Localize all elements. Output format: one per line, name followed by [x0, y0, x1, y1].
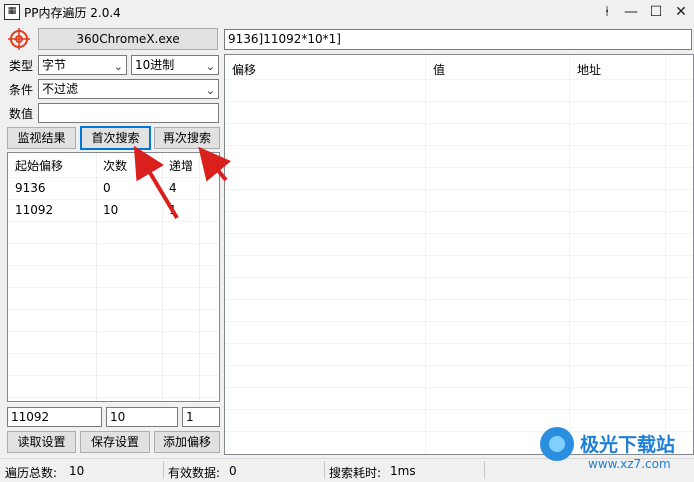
condition-label: 条件	[9, 83, 34, 97]
type-select[interactable]: 字节 ⌄	[38, 55, 127, 75]
cell-increment: 4	[169, 181, 177, 195]
monitor-results-button[interactable]: 监视结果	[7, 127, 76, 149]
cell-count: 10	[103, 203, 119, 217]
search-time-value: 1ms	[390, 464, 416, 478]
valid-data-value: 0	[229, 464, 237, 478]
total-count-label: 遍历总数:	[5, 466, 58, 480]
column-header-offset[interactable]: 偏移	[232, 61, 256, 78]
column-header-address[interactable]: 地址	[577, 61, 601, 78]
close-icon[interactable]: ✕	[670, 2, 692, 22]
valid-data-label: 有效数据:	[168, 466, 221, 480]
app-icon: ▦	[4, 4, 20, 20]
chevron-down-icon: ⌄	[205, 84, 215, 97]
cell-count: 0	[103, 181, 111, 195]
number-label: 数值	[9, 107, 34, 121]
column-divider	[96, 153, 97, 401]
result-list[interactable]: 偏移 值 地址	[224, 54, 694, 455]
radix-select[interactable]: 10进制 ⌄	[131, 55, 219, 75]
chevron-down-icon: ⌄	[205, 60, 215, 73]
save-settings-button[interactable]: 保存设置	[80, 431, 150, 453]
column-divider	[162, 153, 163, 401]
count-input[interactable]: 10	[106, 407, 178, 427]
number-input[interactable]	[38, 103, 219, 123]
column-header-increment[interactable]: 递增	[169, 157, 193, 174]
cell-start-offset: 9136	[15, 181, 46, 195]
read-settings-button[interactable]: 读取设置	[7, 431, 76, 453]
cell-start-offset: 11092	[15, 203, 54, 217]
window-title: PP内存遍历 2.0.4	[24, 6, 121, 20]
total-count-value: 10	[69, 464, 85, 478]
address-input[interactable]: 9136]11092*10*1]	[224, 29, 692, 50]
condition-select-value: 不过滤	[42, 82, 79, 96]
add-offset-button[interactable]: 添加偏移	[154, 431, 220, 453]
type-select-value: 字节	[42, 58, 67, 72]
column-header-start-offset[interactable]: 起始偏移	[15, 157, 63, 174]
maximize-icon[interactable]: ☐	[645, 2, 667, 22]
watermark-text: 极光下载站	[580, 434, 676, 456]
type-label: 类型	[9, 59, 34, 73]
watermark-logo-inner	[549, 436, 565, 452]
offset-input[interactable]: 11092	[7, 407, 102, 427]
column-divider	[199, 153, 200, 401]
first-search-button[interactable]: 首次搜索	[80, 126, 151, 150]
pin-icon[interactable]: ⍿	[596, 2, 618, 22]
radix-select-value: 10进制	[135, 58, 175, 72]
title-bar[interactable]: ▦ PP内存遍历 2.0.4 ⍿ — ☐ ✕	[0, 0, 694, 24]
condition-select[interactable]: 不过滤 ⌄	[38, 79, 219, 99]
chevron-down-icon: ⌄	[113, 60, 123, 73]
target-icon[interactable]	[6, 28, 32, 50]
process-button[interactable]: 360ChromeX.exe	[38, 28, 218, 50]
increment-input[interactable]: 1	[182, 407, 220, 427]
cell-increment: 1	[169, 203, 177, 217]
minimize-icon[interactable]: —	[620, 2, 642, 22]
watermark-url: www.xz7.com	[588, 457, 671, 471]
column-header-count[interactable]: 次数	[103, 157, 127, 174]
offset-list[interactable]: 起始偏移 次数 递增 9136 0 4 11092 10 1	[7, 152, 220, 402]
search-time-label: 搜索耗时:	[329, 466, 382, 480]
search-again-button[interactable]: 再次搜索	[154, 127, 220, 149]
column-header-value[interactable]: 值	[433, 61, 445, 78]
